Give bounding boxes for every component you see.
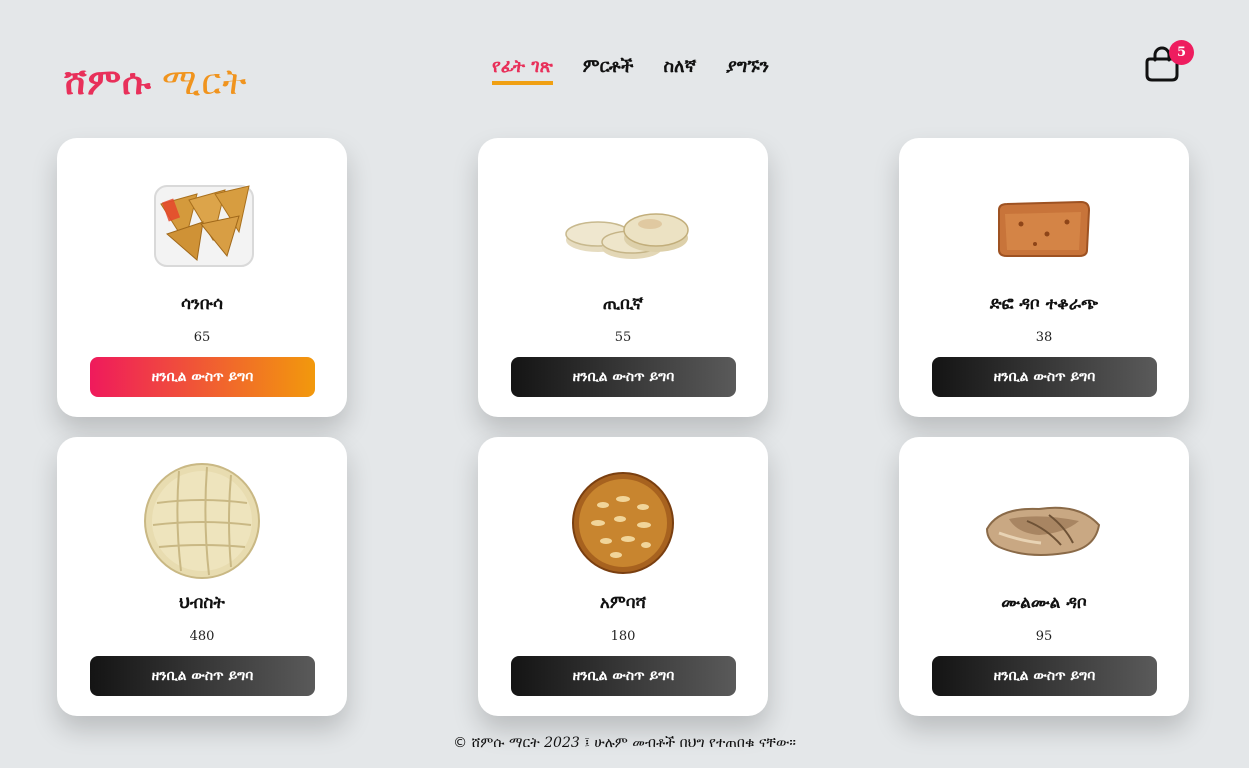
product-name: ጢቢኛ <box>602 294 644 314</box>
mulmul-dabo-image <box>985 506 1101 556</box>
tibiña-image <box>565 213 689 259</box>
ambasha-image <box>572 472 674 574</box>
add-to-cart-button[interactable]: ዘንቢል ውስጥ ይግባ <box>511 357 736 397</box>
footer-prefix: © ሸምሱ ማርት <box>453 735 540 751</box>
product-name: ድፎ ዳቦ ተቆራጭ <box>989 294 1099 314</box>
brand-logo[interactable]: ሸምሱ ሚርት <box>64 62 248 104</box>
product-name: አምባሻ <box>599 593 647 613</box>
add-to-cart-button[interactable]: ዘንቢል ውስጥ ይግባ <box>932 656 1157 696</box>
nav-item-home[interactable]: የፊት ገጽ <box>492 56 553 85</box>
add-to-cart-button[interactable]: ዘንቢል ውስጥ ይግባ <box>90 357 315 397</box>
product-card: ጢቢኛ 55 ዘንቢል ውስጥ ይግባ <box>478 138 768 417</box>
add-to-cart-button[interactable]: ዘንቢል ውስጥ ይግባ <box>90 656 315 696</box>
nav-item-contact[interactable]: ያግኙን <box>726 56 769 85</box>
nav-item-about[interactable]: ስለኛ <box>663 56 696 85</box>
page: ሸምሱ ሚርት የፊት ገጽ ምርቶች ስለኛ ያግኙን 5 ሳንቡሳ 65 ዘን… <box>0 0 1249 768</box>
product-card: ሙልሙል ዳቦ 95 ዘንቢል ውስጥ ይግባ <box>899 437 1189 716</box>
footer-suffix: ፤ ሁሉም መብቶች በህግ የተጠበቁ ናቸው። <box>584 735 796 751</box>
product-card: ድፎ ዳቦ ተቆራጭ 38 ዘንቢል ውስጥ ይግባ <box>899 138 1189 417</box>
product-card: ሳንቡሳ 65 ዘንቢል ውስጥ ይግባ <box>57 138 347 417</box>
footer-copyright: © ሸምሱ ማርት 2023 ፤ ሁሉም መብቶች በህግ የተጠበቁ ናቸው። <box>0 735 1249 751</box>
sambusa-image <box>154 185 254 267</box>
product-card: አምባሻ 180 ዘንቢል ውስጥ ይግባ <box>478 437 768 716</box>
main-nav: የፊት ገጽ ምርቶች ስለኛ ያግኙን <box>492 56 769 85</box>
product-name: ህብስት <box>179 593 225 613</box>
add-to-cart-button[interactable]: ዘንቢል ውስጥ ይግባ <box>932 357 1157 397</box>
cart-count-badge: 5 <box>1169 40 1194 65</box>
brand-name-secondary: ሚርት <box>161 62 248 103</box>
add-to-cart-button[interactable]: ዘንቢል ውስጥ ይግባ <box>511 656 736 696</box>
product-price: 480 <box>189 629 215 644</box>
cart-button[interactable]: 5 <box>1144 40 1194 84</box>
product-price: 55 <box>614 330 632 345</box>
brand-name-primary: ሸምሱ <box>64 62 152 103</box>
product-name: ሙልሙል ዳቦ <box>1001 593 1087 613</box>
nav-item-products[interactable]: ምርቶች <box>583 56 634 85</box>
product-price: 38 <box>1035 330 1053 345</box>
footer-year: 2023 <box>544 735 580 751</box>
product-price: 180 <box>610 629 636 644</box>
hibist-image <box>144 463 260 579</box>
product-name: ሳንቡሳ <box>180 294 224 314</box>
product-price: 65 <box>193 330 211 345</box>
product-card: ህብስት 480 ዘንቢል ውስጥ ይግባ <box>57 437 347 716</box>
product-price: 95 <box>1035 629 1053 644</box>
difo-dabo-image <box>998 200 1091 257</box>
